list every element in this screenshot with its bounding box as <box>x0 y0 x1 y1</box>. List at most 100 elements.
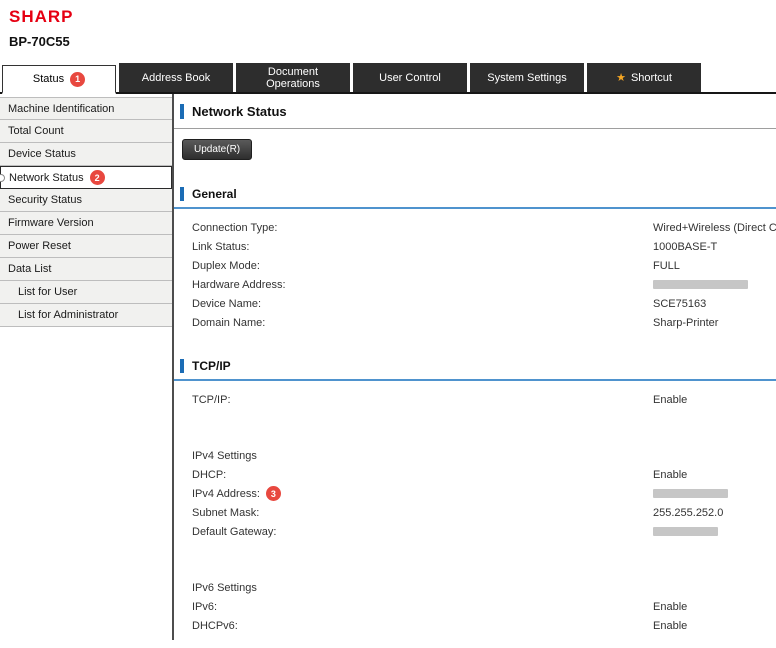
info-row: Hardware Address: <box>174 275 776 294</box>
header: SHARP BP-70C55 <box>0 0 776 49</box>
row-label: Domain Name: <box>192 317 653 329</box>
annotation-badge-3: 3 <box>266 486 281 501</box>
title-divider <box>174 128 776 129</box>
row-label: IPv6 Settings <box>192 582 653 594</box>
sidebar-item-list-for-user[interactable]: List for User <box>0 281 172 304</box>
sidebar-item-label: Machine Identification <box>8 103 114 115</box>
page: SHARP BP-70C55 Status 1 Address Book Doc… <box>0 0 776 648</box>
sidebar-item-machine-identification[interactable]: Machine Identification <box>0 97 172 120</box>
row-label: Device Name: <box>192 298 653 310</box>
tab-system-settings-label: System Settings <box>487 72 566 84</box>
tab-shortcut[interactable]: ★ Shortcut <box>587 63 701 92</box>
tab-address-book-label: Address Book <box>142 72 210 84</box>
section-general-header: General <box>174 187 776 209</box>
sidebar-item-firmware-version[interactable]: Firmware Version <box>0 212 172 235</box>
update-button[interactable]: Update(R) <box>182 139 252 160</box>
sharp-logo: SHARP <box>9 8 776 26</box>
sidebar-item-power-reset[interactable]: Power Reset <box>0 235 172 258</box>
info-row: IPv4 Address: 3 <box>174 484 776 503</box>
info-row: Link Status: 1000BASE-T <box>174 237 776 256</box>
info-row: Default Gateway: <box>174 522 776 541</box>
section-accent-bar <box>180 359 184 373</box>
tab-status-label: Status <box>33 73 64 85</box>
row-label: IPv4 Settings <box>192 450 653 462</box>
sidebar-item-label: Device Status <box>8 148 76 160</box>
info-row: Subnet Mask: 255.255.252.0 <box>174 503 776 522</box>
redacted-value <box>653 527 718 536</box>
annotation-badge-2: 2 <box>90 170 105 185</box>
row-value: Enable <box>653 620 776 632</box>
annotation-badge-1: 1 <box>70 72 85 87</box>
sidebar-item-device-status[interactable]: Device Status <box>0 143 172 166</box>
redacted-value <box>653 280 748 289</box>
info-row: DHCPv6: Enable <box>174 616 776 635</box>
section-heading: General <box>192 187 237 201</box>
title-accent-bar <box>180 104 184 119</box>
row-label-text: IPv4 Address: <box>192 488 260 500</box>
info-row: IPv6: Enable <box>174 597 776 616</box>
section-tcpip-header: TCP/IP <box>174 359 776 381</box>
sidebar-item-data-list[interactable]: Data List <box>0 258 172 281</box>
sidebar-item-label: Total Count <box>8 125 64 137</box>
page-title: Network Status <box>174 104 776 119</box>
page-title-text: Network Status <box>192 104 287 119</box>
row-label: Subnet Mask: <box>192 507 653 519</box>
row-value <box>653 488 776 500</box>
row-value: SCE75163 <box>653 298 776 310</box>
row-value: Enable <box>653 601 776 613</box>
info-row: Duplex Mode: FULL <box>174 256 776 275</box>
row-label: Link Status: <box>192 241 653 253</box>
row-label: TCP/IP: <box>192 394 653 406</box>
row-label: Manual Address: <box>192 639 653 641</box>
info-subheading: IPv6 Settings <box>174 578 776 597</box>
tab-user-control-label: User Control <box>379 72 441 84</box>
info-row: TCP/IP: Enable <box>174 390 776 409</box>
row-label: Duplex Mode: <box>192 260 653 272</box>
row-gap <box>174 409 776 446</box>
row-value: 255.255.252.0 <box>653 507 776 519</box>
row-label: DHCP: <box>192 469 653 481</box>
row-label: IPv6: <box>192 601 653 613</box>
selection-marker-icon <box>0 174 5 182</box>
tab-address-book[interactable]: Address Book <box>119 63 233 92</box>
sidebar-item-total-count[interactable]: Total Count <box>0 120 172 143</box>
sidebar-item-label: Firmware Version <box>8 217 94 229</box>
sidebar-item-label: Security Status <box>8 194 82 206</box>
section-heading: TCP/IP <box>192 359 231 373</box>
row-value <box>653 526 776 538</box>
row-value: Wired+Wireless (Direct C <box>653 222 776 234</box>
info-row: Manual Address: <box>174 635 776 640</box>
tab-document-operations-label: Document Operations <box>242 66 344 90</box>
row-value: Sharp-Printer <box>653 317 776 329</box>
sidebar-item-list-for-administrator[interactable]: List for Administrator <box>0 304 172 327</box>
info-row: Connection Type: Wired+Wireless (Direct … <box>174 218 776 237</box>
row-value: FULL <box>653 260 776 272</box>
row-label: Connection Type: <box>192 222 653 234</box>
redacted-value <box>653 489 728 498</box>
tab-status[interactable]: Status 1 <box>2 65 116 94</box>
tab-document-operations[interactable]: Document Operations <box>236 63 350 92</box>
row-label: Default Gateway: <box>192 526 653 538</box>
tab-system-settings[interactable]: System Settings <box>470 63 584 92</box>
row-value <box>653 279 776 291</box>
main-content: Network Status Update(R) General Connect… <box>174 94 776 640</box>
row-value: Enable <box>653 469 776 481</box>
row-label: IPv4 Address: 3 <box>192 486 653 501</box>
info-row: Device Name: SCE75163 <box>174 294 776 313</box>
sidebar-item-security-status[interactable]: Security Status <box>0 189 172 212</box>
section-tcpip: TCP/IP TCP/IP: Enable IPv4 Settings DHCP… <box>174 359 776 640</box>
body-row: Machine Identification Total Count Devic… <box>0 94 776 640</box>
sidebar-item-label: Network Status <box>9 172 84 184</box>
info-subheading: IPv4 Settings <box>174 446 776 465</box>
row-value: Enable <box>653 394 776 406</box>
section-general: General Connection Type: Wired+Wireless … <box>174 187 776 332</box>
tab-user-control[interactable]: User Control <box>353 63 467 92</box>
sidebar-item-label: Data List <box>8 263 51 275</box>
tab-shortcut-label: Shortcut <box>631 72 672 84</box>
sidebar: Machine Identification Total Count Devic… <box>0 94 174 640</box>
row-label: Hardware Address: <box>192 279 653 291</box>
model-name: BP-70C55 <box>9 34 776 49</box>
info-row: Domain Name: Sharp-Printer <box>174 313 776 332</box>
sidebar-item-label: List for Administrator <box>18 309 118 321</box>
sidebar-item-network-status[interactable]: Network Status 2 <box>0 166 172 189</box>
